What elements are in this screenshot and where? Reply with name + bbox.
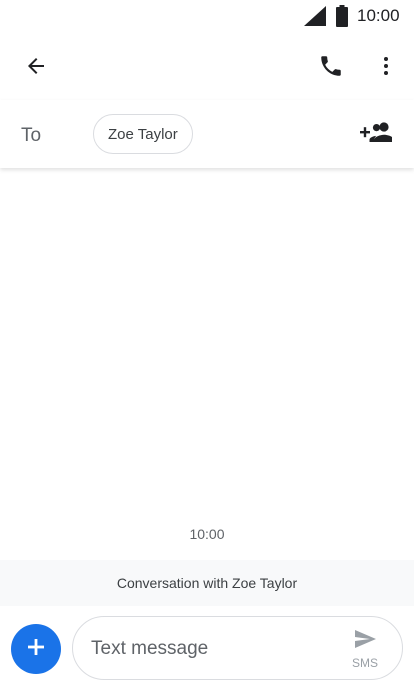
status-clock: 10:00 bbox=[357, 6, 400, 25]
add-attachment-button[interactable] bbox=[11, 624, 61, 674]
message-input-container: SMS bbox=[72, 616, 403, 680]
recipient-chip-label: Zoe Taylor bbox=[108, 125, 178, 143]
conversation-area: 10:00 bbox=[0, 168, 414, 560]
phone-icon bbox=[318, 53, 344, 84]
send-button[interactable]: SMS bbox=[339, 623, 391, 673]
call-button[interactable] bbox=[309, 46, 353, 90]
recipient-chip[interactable]: Zoe Taylor bbox=[93, 114, 193, 154]
cellular-signal-icon bbox=[304, 6, 326, 31]
conversation-banner-text: Conversation with Zoe Taylor bbox=[116, 575, 298, 591]
app-bar bbox=[0, 34, 414, 100]
message-input[interactable] bbox=[91, 635, 331, 663]
more-options-button[interactable] bbox=[364, 46, 408, 90]
more-vert-icon bbox=[374, 54, 398, 83]
conversation-timestamp: 10:00 bbox=[189, 526, 225, 542]
compose-bar: SMS bbox=[0, 606, 414, 690]
arrow-back-icon bbox=[24, 54, 48, 83]
send-type-label: SMS bbox=[351, 656, 378, 670]
status-bar: 10:00 bbox=[0, 0, 414, 34]
plus-icon bbox=[26, 637, 46, 662]
recipient-row: To Zoe Taylor bbox=[0, 100, 414, 168]
back-button[interactable] bbox=[14, 46, 58, 90]
add-people-icon bbox=[360, 121, 394, 148]
to-label: To bbox=[21, 125, 42, 146]
add-recipient-button[interactable] bbox=[354, 112, 398, 156]
battery-icon bbox=[336, 5, 348, 32]
conversation-banner: Conversation with Zoe Taylor bbox=[0, 560, 414, 606]
